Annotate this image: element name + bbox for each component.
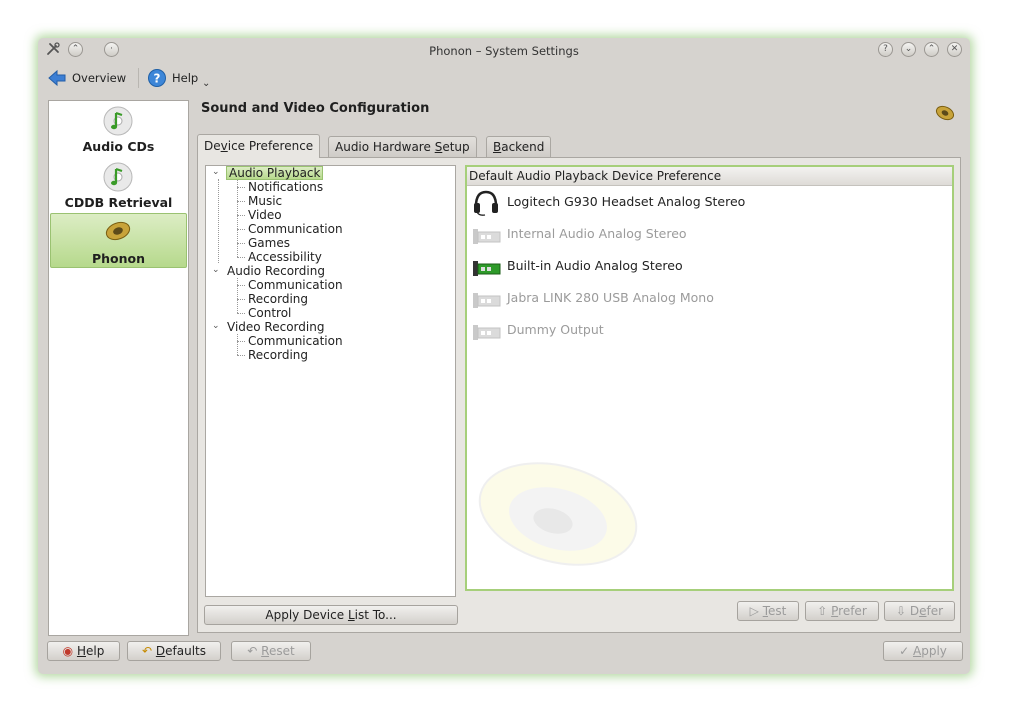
window-title: Phonon – System Settings [429, 44, 579, 58]
device-item[interactable]: Logitech G930 Headset Analog Stereo [507, 194, 745, 209]
page-title: Sound and Video Configuration [201, 101, 430, 116]
chevron-down-icon: ⌄ [904, 44, 913, 54]
close-icon: ✕ [950, 44, 959, 54]
device-item[interactable]: Internal Audio Analog Stereo [507, 226, 687, 241]
toolbar-separator [138, 68, 139, 88]
tree-item-audio-playback[interactable]: Audio Playback [226, 166, 324, 180]
sound-card-icon [471, 288, 501, 310]
sidebar-item-cddb-retrieval[interactable]: CDDB Retrieval [49, 195, 188, 210]
device-item[interactable]: Dummy Output [507, 322, 604, 337]
svg-text:?: ? [154, 72, 161, 86]
speaker-icon [104, 219, 132, 246]
chevron-down-icon[interactable]: ⌄ [202, 78, 210, 89]
apply-device-list-button[interactable]: Apply Device List To... [204, 605, 458, 625]
reset-button[interactable]: ↶ Reset [231, 641, 311, 661]
sound-card-icon [471, 320, 501, 342]
sound-card-icon [471, 256, 501, 278]
tab-audio-hardware-setup[interactable]: Audio Hardware Setup [328, 136, 477, 157]
defer-button[interactable]: ⇩ Defer [884, 601, 955, 621]
undo-icon: ↶ [247, 644, 262, 658]
play-icon: ▷ [749, 604, 763, 618]
collapse-arrow-icon[interactable]: ⌄ [212, 265, 220, 275]
speaker-watermark-icon [473, 459, 643, 582]
headset-icon [471, 190, 501, 216]
tree-item-communication[interactable]: Communication [248, 334, 343, 348]
help-title-button[interactable]: ? [878, 42, 893, 57]
arrow-up-icon: ⇧ [817, 604, 832, 618]
device-preference-list[interactable]: Default Audio Playback Device Preference… [465, 165, 954, 591]
tree-item-video[interactable]: Video [248, 208, 282, 222]
speaker-icon [934, 104, 956, 125]
close-button[interactable]: ✕ [947, 42, 962, 57]
tree-item-recording[interactable]: Recording [248, 348, 308, 362]
collapse-arrow-icon[interactable]: ⌄ [212, 167, 220, 177]
arrow-down-icon: ⇩ [895, 604, 910, 618]
system-settings-window: ⌃ · Phonon – System Settings ? ⌄ ⌃ ✕ Ove… [38, 38, 970, 674]
tree-item-music[interactable]: Music [248, 194, 282, 208]
device-item[interactable]: Jabra LINK 280 USB Analog Mono [507, 290, 714, 305]
defaults-button[interactable]: ↶ Defaults [127, 641, 221, 661]
apply-button[interactable]: ✓ Apply [883, 641, 963, 661]
tree-item-games[interactable]: Games [248, 236, 290, 250]
tree-item-audio-recording[interactable]: Audio Recording [227, 264, 325, 278]
prefer-button[interactable]: ⇧ Prefer [805, 601, 879, 621]
defaults-icon: ↶ [142, 644, 156, 658]
overview-button[interactable]: Overview [72, 69, 126, 87]
tab-device-preference[interactable]: Device Preference [197, 134, 321, 158]
tree-item-recording[interactable]: Recording [248, 292, 308, 306]
help-circle-icon[interactable]: ? [147, 68, 167, 88]
tab-backend[interactable]: Backend [486, 136, 552, 157]
device-list-header: Default Audio Playback Device Preference [467, 167, 952, 186]
minimize-button[interactable]: ⌄ [901, 42, 916, 57]
tree-item-accessibility[interactable]: Accessibility [248, 250, 322, 264]
collapse-arrow-icon[interactable]: ⌄ [212, 321, 220, 331]
chevron-up-icon: ⌃ [927, 44, 936, 54]
tree-item-communication[interactable]: Communication [248, 222, 343, 236]
tree-item-communication[interactable]: Communication [248, 278, 343, 292]
check-icon: ✓ [899, 644, 913, 658]
sidebar-item-audio-cds[interactable]: Audio CDs [49, 139, 188, 154]
sidebar-item-phonon-label: Phonon [91, 251, 146, 266]
sound-card-icon [471, 224, 501, 246]
help-button[interactable]: ◉ Help [47, 641, 120, 661]
help-menu-button[interactable]: Help [172, 69, 198, 87]
category-sidebar: Audio CDs CDDB Retrieval Phonon [48, 100, 189, 636]
question-icon: ? [883, 44, 888, 54]
maximize-button[interactable]: ⌃ [924, 42, 939, 57]
category-tree[interactable]: ⌄ Audio Playback Notifications Music Vid… [205, 165, 456, 597]
device-item[interactable]: Built-in Audio Analog Stereo [507, 258, 683, 273]
music-disc-icon [102, 105, 134, 140]
tree-item-video-recording[interactable]: Video Recording [227, 320, 324, 334]
test-button[interactable]: ▷ Test [737, 601, 799, 621]
tree-item-notifications[interactable]: Notifications [248, 180, 323, 194]
music-disc-icon [102, 161, 134, 196]
back-arrow-icon[interactable] [47, 68, 67, 88]
tree-item-control[interactable]: Control [248, 306, 291, 320]
help-lifebuoy-icon: ◉ [62, 644, 77, 658]
